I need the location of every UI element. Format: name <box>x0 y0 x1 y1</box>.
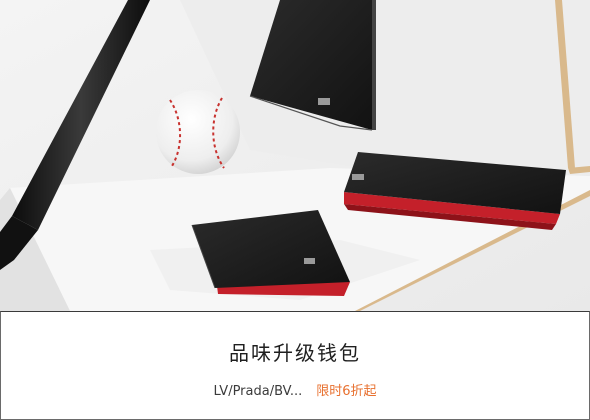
banner-subline: LV/Prada/BV... 限时6折起 <box>1 383 589 401</box>
caption-box: 品味升级钱包 LV/Prada/BV... 限时6折起 <box>0 311 590 420</box>
discount-promo[interactable]: 限时6折起 <box>316 384 376 399</box>
banner-title: 品味升级钱包 <box>229 341 361 365</box>
brand-list: LV/Prada/BV... <box>213 384 303 399</box>
promo-banner-card[interactable]: 品味升级钱包 LV/Prada/BV... 限时6折起 <box>0 0 590 420</box>
baseball-icon <box>156 90 240 174</box>
hero-product-photo[interactable] <box>0 0 590 311</box>
